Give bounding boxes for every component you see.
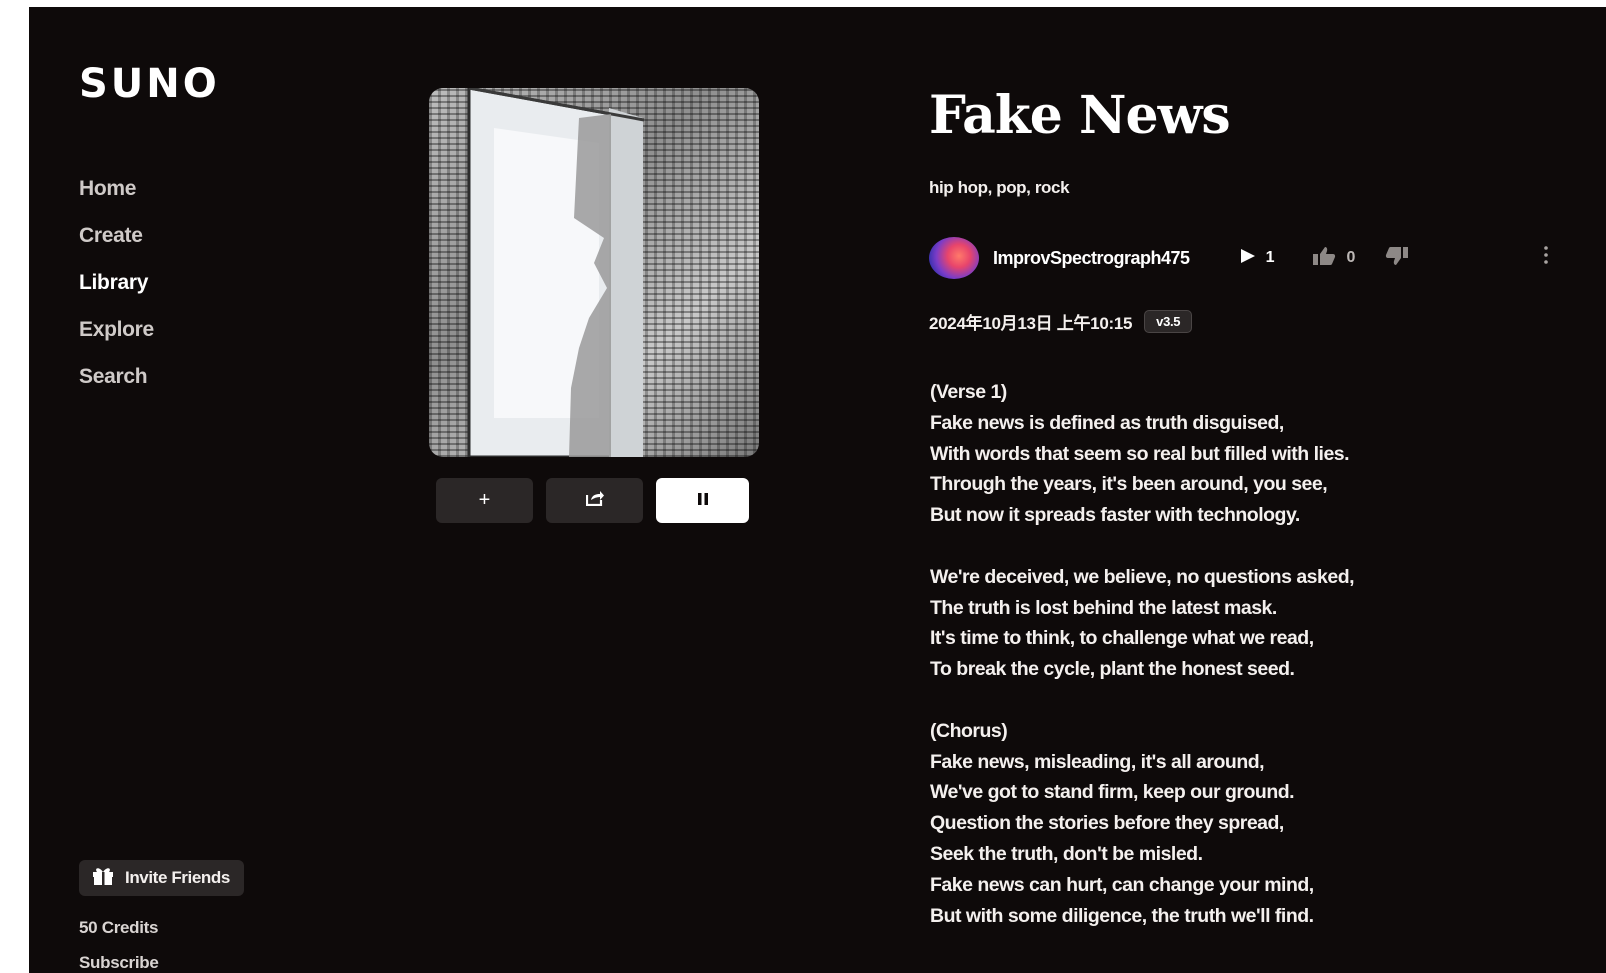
like-count: 0: [1346, 249, 1356, 266]
credits-count: 50 Credits: [79, 918, 159, 937]
song-meta-row: ImprovSpectrograph475 1 0: [929, 236, 1549, 280]
subscribe-link[interactable]: Subscribe: [79, 953, 159, 973]
plus-icon: +: [478, 489, 491, 511]
lyric-line: It's time to think, to challenge what we…: [930, 627, 1314, 650]
song-title: Fake News: [929, 85, 1231, 146]
sidebar-item-home[interactable]: Home: [79, 165, 154, 212]
lyrics-stanza: (Verse 1) Fake news is defined as truth …: [930, 377, 1570, 531]
lyric-line: To break the cycle, plant the honest see…: [930, 658, 1295, 681]
lyric-line: (Verse 1): [930, 381, 1007, 403]
share-icon: [585, 489, 604, 512]
cover-art-image: [429, 88, 759, 457]
gift-icon: [91, 866, 115, 891]
lyric-line: Question the stories before they spread,: [930, 812, 1284, 835]
add-to-playlist-button[interactable]: +: [436, 478, 533, 523]
lyric-line: But with some diligence, the truth we'll…: [930, 904, 1314, 927]
avatar[interactable]: [929, 237, 979, 279]
lyric-line: We're deceived, we believe, no questions…: [930, 565, 1355, 588]
play-count-value: 1: [1265, 249, 1275, 266]
lyric-line: Seek the truth, don't be misled.: [930, 842, 1203, 865]
lyrics-stanza: We're deceived, we believe, no questions…: [930, 562, 1570, 685]
pause-icon: [697, 489, 709, 512]
lyric-line: Fake news is defined as truth disguised,: [930, 411, 1284, 434]
artist-name[interactable]: ImprovSpectrograph475: [993, 248, 1190, 269]
sidebar-item-explore[interactable]: Explore: [79, 306, 154, 353]
play-count: 1: [1240, 248, 1275, 269]
version-badge: v3.5: [1144, 310, 1193, 333]
lyric-line: The truth is lost behind the latest mask…: [930, 596, 1277, 619]
sidebar-item-library[interactable]: Library: [79, 259, 154, 306]
lyric-line: Fake news can hurt, can change your mind…: [930, 873, 1314, 896]
thumbs-down-icon: [1385, 246, 1409, 271]
cover-action-bar: +: [436, 478, 749, 523]
share-button[interactable]: [546, 478, 643, 523]
lyrics-stanza: (Chorus) Fake news, misleading, it's all…: [930, 716, 1570, 932]
suno-logo[interactable]: SUNO: [79, 61, 220, 107]
pause-button[interactable]: [656, 478, 749, 523]
lyric-line: With words that seem so real but filled …: [930, 442, 1350, 465]
play-icon: [1240, 248, 1256, 269]
sidebar-item-search[interactable]: Search: [79, 353, 154, 400]
song-genres[interactable]: hip hop, pop, rock: [929, 178, 1070, 198]
lyric-line: We've got to stand firm, keep our ground…: [930, 781, 1295, 804]
lyric-line: (Chorus): [930, 719, 1008, 742]
created-date: 2024年10月13日 上午10:15: [929, 314, 1133, 333]
thumbs-up-icon: [1312, 246, 1336, 271]
like-button[interactable]: 0: [1312, 246, 1355, 271]
dislike-button[interactable]: [1385, 246, 1409, 271]
lyric-line: Fake news, misleading, it's all around,: [930, 750, 1265, 773]
invite-friends-label: Invite Friends: [125, 868, 230, 887]
more-options-icon[interactable]: [1543, 245, 1549, 271]
lyrics-panel: (Verse 1) Fake news is defined as truth …: [930, 377, 1570, 962]
lyric-line: But now it spreads faster with technolog…: [930, 504, 1300, 527]
app-window: SUNO Home Create Library Explore Search …: [29, 7, 1606, 973]
song-date-row: 2024年10月13日 上午10:15 v3.5: [929, 309, 1193, 334]
invite-friends-button[interactable]: Invite Friends: [79, 860, 244, 896]
lyric-line: Through the years, it's been around, you…: [930, 473, 1328, 496]
sidebar-nav: Home Create Library Explore Search: [79, 165, 154, 400]
sidebar-item-create[interactable]: Create: [79, 212, 154, 259]
